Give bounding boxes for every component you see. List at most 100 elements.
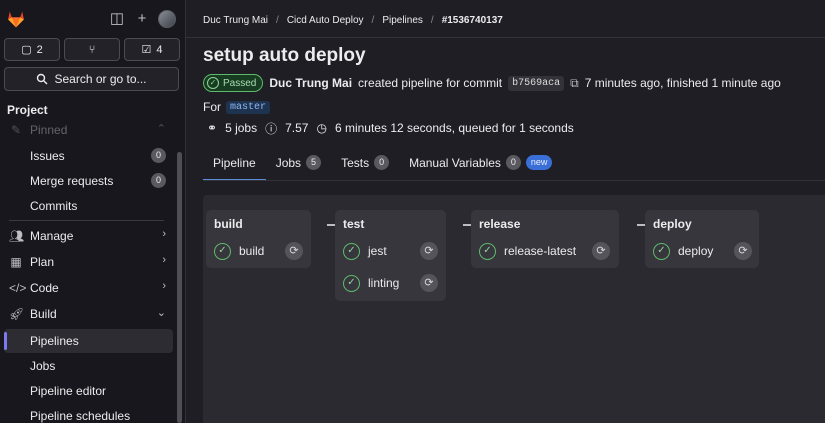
pipeline-meta-row: ⚭ 5 jobs ⓘ 7.57 ◷ 6 minutes 12 seconds, … <box>207 120 574 136</box>
for-label: For <box>203 100 221 114</box>
pipeline-tabs: Pipeline Jobs 5 Tests 0 Manual Variables… <box>203 146 562 181</box>
check-circle-icon: ✓ <box>214 242 231 260</box>
retry-icon[interactable]: ⟳ <box>734 242 752 260</box>
user-counts: ▢ 2 ⑂ ☑ 4 <box>4 38 180 61</box>
check-circle-icon: ✓ <box>653 242 670 260</box>
sidebar-item-commits[interactable]: Commits <box>0 194 176 218</box>
job-name: jest <box>368 244 387 258</box>
page-title: setup auto deploy <box>203 45 366 66</box>
stage-title: release <box>479 217 521 231</box>
code-icon: </> <box>9 281 27 295</box>
check-circle-icon: ✓ <box>343 274 360 292</box>
sidebar-item-plan[interactable]: ▦ Plan › <box>0 250 176 274</box>
sidebar-item-code[interactable]: </> Code › <box>0 276 176 300</box>
job-jest[interactable]: ✓ jest <box>343 240 387 262</box>
sidebar-item-issues[interactable]: Issues 0 <box>0 144 176 168</box>
clock-icon: ◷ <box>316 121 327 135</box>
check-circle-icon: ✓ <box>343 242 360 260</box>
new-badge: new <box>525 155 553 170</box>
issues-count-button[interactable]: ▢ 2 <box>4 38 60 61</box>
chevron-right-icon: › <box>162 280 166 292</box>
tab-jobs[interactable]: Jobs 5 <box>266 146 331 181</box>
duration-text: 6 minutes 12 seconds, queued for 1 secon… <box>334 121 574 135</box>
sidebar-item-manage[interactable]: 👥︎ Manage › <box>0 224 176 248</box>
sidebar-item-label: Jobs <box>30 359 56 373</box>
tab-manual-variables[interactable]: Manual Variables 0 new <box>399 146 562 181</box>
sidebar-item-jobs[interactable]: Jobs <box>0 354 176 378</box>
branch-link[interactable]: master <box>226 100 271 114</box>
breadcrumb: Duc Trung Mai / Cicd Auto Deploy / Pipel… <box>203 13 503 27</box>
stage-build: build ✓ build ⟳ <box>206 210 311 268</box>
sidebar-item-pipeline-schedules[interactable]: Pipeline schedules <box>0 404 176 423</box>
sidebar-item-build[interactable]: 🚀︎ Build ⌄ <box>0 302 176 326</box>
avatar[interactable] <box>158 10 176 28</box>
breadcrumb-separator: / <box>430 14 434 26</box>
todo-icon: ☑ <box>141 44 152 56</box>
gitlab-logo-icon[interactable] <box>6 9 26 29</box>
breadcrumb-user[interactable]: Duc Trung Mai <box>203 15 268 26</box>
sidebar-item-label: Merge requests <box>30 174 114 188</box>
sidebar-header: ◫ + <box>0 0 185 38</box>
breadcrumb-project[interactable]: Cicd Auto Deploy <box>287 15 364 26</box>
job-build[interactable]: ✓ build <box>214 240 264 262</box>
sidebar-toggle-icon[interactable]: ◫ <box>109 11 125 27</box>
users-icon: 👥︎ <box>9 229 25 243</box>
retry-icon[interactable]: ⟳ <box>420 242 438 260</box>
chevron-right-icon: › <box>162 254 166 266</box>
chevron-down-icon: ⌄ <box>156 307 166 319</box>
divider <box>203 180 825 181</box>
issues-icon: ▢ <box>21 44 32 56</box>
retry-icon[interactable]: ⟳ <box>285 242 303 260</box>
sidebar-item-label: Commits <box>30 199 78 213</box>
sidebar-item-pipelines[interactable]: Pipelines <box>4 329 173 353</box>
tab-label: Tests <box>341 155 370 170</box>
issues-badge: 0 <box>151 148 166 163</box>
breadcrumb-pipelines[interactable]: Pipelines <box>382 15 423 26</box>
todos-count-button[interactable]: ☑ 4 <box>124 38 180 61</box>
job-linting[interactable]: ✓ linting <box>343 272 399 294</box>
sidebar-item-pipeline-editor[interactable]: Pipeline editor <box>0 379 176 403</box>
sidebar-item-pinned[interactable]: ✎ Pinned ⌃ <box>0 118 176 142</box>
sidebar: ◫ + ▢ 2 ⑂ ☑ 4 Search or go to... Project… <box>0 0 186 423</box>
job-name: release-latest <box>504 244 577 258</box>
tab-tests[interactable]: Tests 0 <box>331 146 399 181</box>
commit-sha[interactable]: b7569aca <box>508 75 565 91</box>
job-name: linting <box>368 276 400 290</box>
tab-count: 0 <box>505 155 521 170</box>
pin-icon: ✎ <box>10 123 22 137</box>
tab-count: 5 <box>306 155 322 170</box>
status-badge[interactable]: ✓ Passed <box>203 74 264 92</box>
job-release-latest[interactable]: ✓ release-latest <box>479 240 576 262</box>
breadcrumb-current[interactable]: #1536740137 <box>442 15 503 26</box>
pipeline-icon: ⚭ <box>207 121 218 135</box>
created-text: created pipeline for commit <box>358 76 503 90</box>
project-section-label: Project <box>7 103 48 117</box>
stage-title: test <box>343 217 365 231</box>
retry-icon[interactable]: ⟳ <box>592 242 610 260</box>
stage-title: deploy <box>653 217 692 231</box>
sidebar-item-label: Manage <box>30 229 74 243</box>
tab-pipeline[interactable]: Pipeline <box>203 146 266 181</box>
pipeline-status-row: ✓ Passed Duc Trung Mai created pipeline … <box>203 73 781 93</box>
breadcrumb-separator: / <box>276 14 279 26</box>
jobs-count: 5 jobs <box>225 121 258 135</box>
author-link[interactable]: Duc Trung Mai <box>269 76 352 90</box>
merge-requests-count-button[interactable]: ⑂ <box>64 38 120 61</box>
issues-count: 2 <box>36 43 43 56</box>
plus-icon[interactable]: + <box>134 11 150 27</box>
job-deploy[interactable]: ✓ deploy <box>653 240 713 262</box>
tab-label: Pipeline <box>213 155 256 170</box>
sidebar-item-merge-requests[interactable]: Merge requests 0 <box>0 169 176 193</box>
calendar-icon: ▦ <box>10 255 22 269</box>
sidebar-scrollbar[interactable] <box>177 152 182 423</box>
copy-icon[interactable]: ⧉ <box>570 76 579 91</box>
chevron-right-icon: › <box>162 228 166 240</box>
pipeline-score: 7.57 <box>285 121 309 135</box>
main-content: Duc Trung Mai / Cicd Auto Deploy / Pipel… <box>186 0 825 423</box>
tab-label: Jobs <box>275 155 302 170</box>
retry-icon[interactable]: ⟳ <box>420 274 438 292</box>
todos-count: 4 <box>156 43 163 56</box>
check-circle-icon: ✓ <box>207 77 219 89</box>
search-icon <box>37 73 48 85</box>
search-button[interactable]: Search or go to... <box>4 67 179 91</box>
